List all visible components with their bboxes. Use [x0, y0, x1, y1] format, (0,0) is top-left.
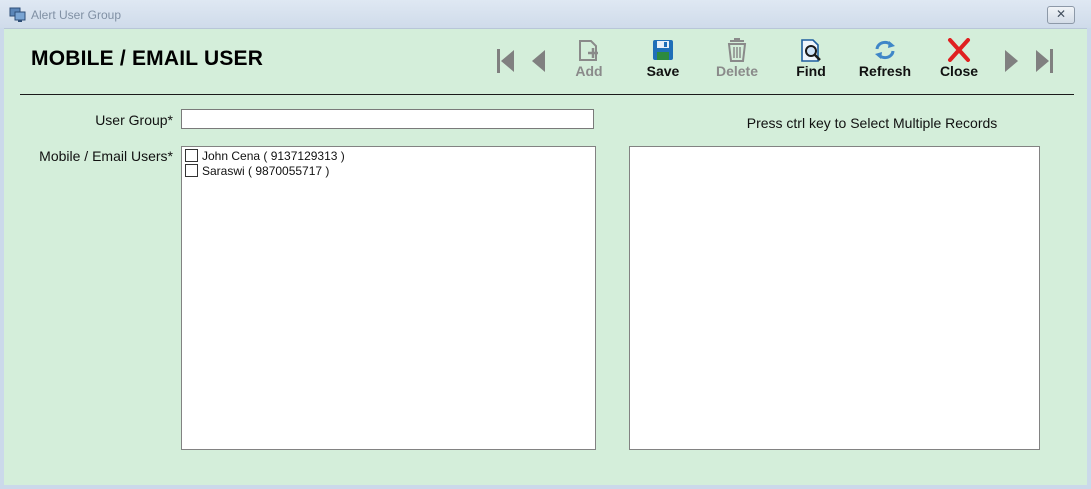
- last-record-icon: [1036, 49, 1053, 73]
- next-record-icon: [1005, 50, 1018, 72]
- multi-select-hint: Press ctrl key to Select Multiple Record…: [746, 115, 998, 131]
- close-button[interactable]: Close: [924, 38, 994, 82]
- window-title: Alert User Group: [31, 8, 122, 22]
- window-titlebar: Alert User Group ✕: [0, 0, 1091, 29]
- first-record-button[interactable]: [495, 47, 517, 80]
- add-icon: [579, 40, 598, 61]
- user-group-input[interactable]: [181, 109, 594, 129]
- delete-button[interactable]: Delete: [702, 38, 772, 82]
- last-record-button[interactable]: [1033, 47, 1055, 80]
- refresh-icon: [875, 40, 895, 60]
- checkbox[interactable]: [185, 149, 198, 162]
- save-icon: [653, 40, 673, 60]
- selected-users-list[interactable]: [629, 146, 1040, 450]
- window-close-button[interactable]: ✕: [1047, 6, 1075, 24]
- list-item[interactable]: John Cena ( 9137129313 ): [185, 149, 345, 163]
- list-item[interactable]: Saraswi ( 9870055717 ): [185, 164, 329, 178]
- refresh-button-label: Refresh: [858, 63, 912, 79]
- checkbox[interactable]: [185, 164, 198, 177]
- app-icon: [9, 7, 27, 23]
- delete-button-label: Delete: [715, 63, 759, 79]
- find-icon: [801, 39, 821, 62]
- users-checklist[interactable]: John Cena ( 9137129313 ) Saraswi ( 98700…: [181, 146, 596, 450]
- window-frame-right: [1087, 28, 1091, 489]
- window-frame-left: [0, 28, 4, 489]
- delete-icon: [727, 38, 747, 62]
- previous-record-icon: [532, 50, 545, 72]
- add-button-label: Add: [575, 63, 603, 79]
- users-label: Mobile / Email Users*: [39, 148, 173, 164]
- save-button-label: Save: [646, 63, 680, 79]
- next-record-button[interactable]: [1003, 47, 1021, 80]
- find-button-label: Find: [796, 63, 826, 79]
- window-frame-bottom: [0, 485, 1091, 489]
- save-button[interactable]: Save: [628, 38, 698, 82]
- close-icon: [948, 38, 970, 62]
- first-record-icon: [497, 49, 514, 73]
- previous-record-button[interactable]: [529, 47, 547, 80]
- page-title: MOBILE / EMAIL USER: [31, 47, 264, 70]
- close-button-label: Close: [939, 63, 979, 79]
- add-button[interactable]: Add: [554, 38, 624, 82]
- refresh-button[interactable]: Refresh: [850, 38, 920, 82]
- user-label: John Cena ( 9137129313 ): [202, 149, 345, 163]
- user-group-label: User Group*: [95, 112, 173, 128]
- user-label: Saraswi ( 9870055717 ): [202, 164, 330, 178]
- header-divider: [20, 94, 1074, 95]
- find-button[interactable]: Find: [776, 38, 846, 82]
